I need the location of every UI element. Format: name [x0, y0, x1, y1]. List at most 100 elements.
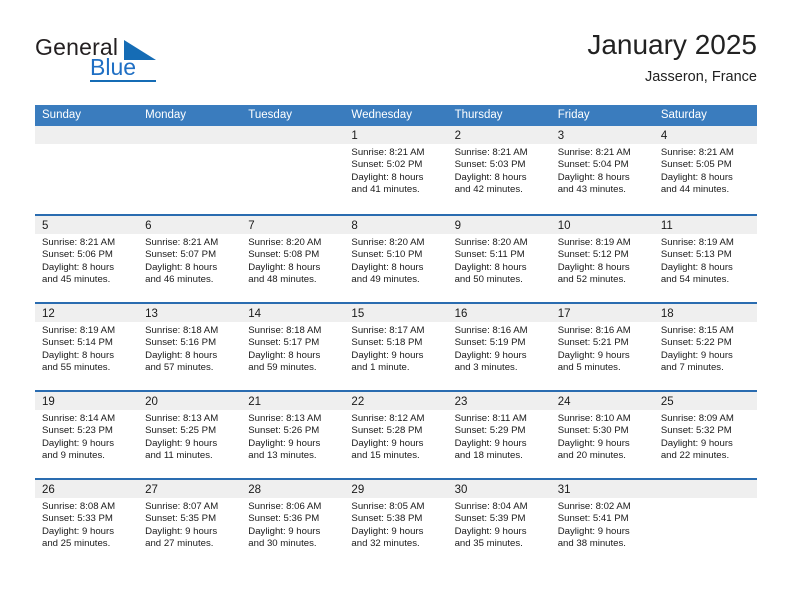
- day-info: Sunrise: 8:08 AM Sunset: 5:33 PM Daylight:…: [35, 498, 138, 550]
- day-number-band: 27: [138, 480, 242, 498]
- day-number-band: 24: [550, 392, 654, 410]
- day-number: 10: [557, 220, 571, 232]
- sunrise-text: Sunrise: 8:21 AM: [145, 237, 219, 248]
- calendar-day-cell[interactable]: 12 Sunrise: 8:19 AM Sunset: 5:14 PM Dayligh…: [35, 304, 139, 390]
- daylight-text-line2: and 57 minutes.: [145, 361, 214, 373]
- daylight-text-line1: Daylight: 8 hours: [145, 261, 218, 273]
- calendar-day-cell[interactable]: 16 Sunrise: 8:16 AM Sunset: 5:19 PM Dayligh…: [447, 304, 551, 390]
- sunset-text: Sunset: 5:21 PM: [557, 337, 629, 349]
- sunset-text: Sunset: 5:16 PM: [145, 337, 217, 349]
- sunrise-text: Sunrise: 8:13 AM: [248, 413, 322, 424]
- day-info: Sunrise: 8:21 AM Sunset: 5:03 PM Daylight:…: [448, 144, 551, 196]
- calendar-day-cell[interactable]: 9 Sunrise: 8:20 AM Sunset: 5:11 PM Daylight…: [447, 216, 551, 302]
- sunrise-text: Sunrise: 8:17 AM: [351, 325, 425, 336]
- calendar-day-cell-empty: [653, 480, 757, 566]
- daylight-text-line1: Daylight: 9 hours: [454, 349, 527, 361]
- calendar-week-row: 1 Sunrise: 8:21 AM Sunset: 5:02 PM Daylight…: [35, 126, 757, 214]
- calendar-day-cell[interactable]: 18 Sunrise: 8:15 AM Sunset: 5:22 PM Dayligh…: [653, 304, 757, 390]
- daylight-text-line1: Daylight: 9 hours: [454, 437, 527, 449]
- day-number-band: 21: [241, 392, 345, 410]
- calendar-day-cell[interactable]: 14 Sunrise: 8:18 AM Sunset: 5:17 PM Dayligh…: [241, 304, 345, 390]
- calendar-day-cell[interactable]: 15 Sunrise: 8:17 AM Sunset: 5:18 PM Dayligh…: [344, 304, 448, 390]
- calendar-day-cell[interactable]: 10 Sunrise: 8:19 AM Sunset: 5:12 PM Dayligh…: [550, 216, 654, 302]
- day-number-band: 1: [344, 126, 448, 144]
- day-info: Sunrise: 8:21 AM Sunset: 5:04 PM Daylight:…: [551, 144, 654, 196]
- calendar-week-row: 19 Sunrise: 8:14 AM Sunset: 5:23 PM Dayligh…: [35, 390, 757, 478]
- day-info: Sunrise: 8:12 AM Sunset: 5:28 PM Daylight:…: [344, 410, 447, 462]
- calendar-day-cell[interactable]: 1 Sunrise: 8:21 AM Sunset: 5:02 PM Daylight…: [344, 126, 448, 214]
- sunset-text: Sunset: 5:33 PM: [42, 513, 113, 525]
- calendar-day-cell[interactable]: 6 Sunrise: 8:21 AM Sunset: 5:07 PM Daylight…: [138, 216, 242, 302]
- sunset-text: Sunset: 5:08 PM: [248, 249, 320, 261]
- calendar-day-cell[interactable]: 21 Sunrise: 8:13 AM Sunset: 5:26 PM Dayligh…: [241, 392, 345, 478]
- calendar-day-cell[interactable]: 4 Sunrise: 8:21 AM Sunset: 5:05 PM Daylight…: [653, 126, 757, 214]
- calendar-week-row: 26 Sunrise: 8:08 AM Sunset: 5:33 PM Dayligh…: [35, 478, 757, 566]
- daylight-text-line2: and 38 minutes.: [557, 537, 626, 549]
- daylight-text-line2: and 54 minutes.: [660, 273, 730, 285]
- day-info: Sunrise: 8:13 AM Sunset: 5:26 PM Daylight:…: [241, 410, 344, 462]
- sunrise-text: Sunrise: 8:07 AM: [145, 501, 219, 512]
- daylight-text-line2: and 35 minutes.: [454, 537, 523, 549]
- day-number-band: [653, 480, 757, 498]
- day-number-band: 10: [550, 216, 654, 234]
- calendar-week-row: 5 Sunrise: 8:21 AM Sunset: 5:06 PM Daylight…: [35, 214, 757, 302]
- sunset-text: Sunset: 5:14 PM: [42, 337, 113, 349]
- calendar-day-cell[interactable]: 27 Sunrise: 8:07 AM Sunset: 5:35 PM Dayligh…: [138, 480, 242, 566]
- daylight-text-line1: Daylight: 8 hours: [557, 261, 630, 273]
- calendar-day-cell[interactable]: 23 Sunrise: 8:11 AM Sunset: 5:29 PM Dayligh…: [447, 392, 551, 478]
- sunset-text: Sunset: 5:07 PM: [145, 249, 217, 261]
- weekday-header-tuesday: Tuesday: [248, 109, 292, 121]
- sunset-text: Sunset: 5:39 PM: [454, 513, 526, 525]
- brand-logo[interactable]: General Blue: [35, 34, 265, 90]
- calendar-day-cell[interactable]: 28 Sunrise: 8:06 AM Sunset: 5:36 PM Dayligh…: [241, 480, 345, 566]
- calendar-weeks: 1 Sunrise: 8:21 AM Sunset: 5:02 PM Daylight…: [35, 126, 757, 566]
- calendar-day-cell[interactable]: 2 Sunrise: 8:21 AM Sunset: 5:03 PM Daylight…: [447, 126, 551, 214]
- day-number-band: 4: [653, 126, 757, 144]
- calendar-day-cell-empty: [138, 126, 242, 214]
- daylight-text-line1: Daylight: 9 hours: [557, 525, 630, 537]
- daylight-text-line1: Daylight: 8 hours: [660, 261, 733, 273]
- day-info: Sunrise: 8:16 AM Sunset: 5:21 PM Daylight:…: [551, 322, 654, 374]
- day-number: 30: [454, 484, 468, 496]
- calendar-day-cell[interactable]: 5 Sunrise: 8:21 AM Sunset: 5:06 PM Daylight…: [35, 216, 139, 302]
- day-number-band: 18: [653, 304, 757, 322]
- day-number-band: 14: [241, 304, 345, 322]
- daylight-text-line1: Daylight: 9 hours: [145, 525, 218, 537]
- calendar-day-cell[interactable]: 24 Sunrise: 8:10 AM Sunset: 5:30 PM Dayligh…: [550, 392, 654, 478]
- day-number-band: 31: [550, 480, 654, 498]
- calendar-day-cell[interactable]: 20 Sunrise: 8:13 AM Sunset: 5:25 PM Dayligh…: [138, 392, 242, 478]
- calendar-day-cell[interactable]: 30 Sunrise: 8:04 AM Sunset: 5:39 PM Dayligh…: [447, 480, 551, 566]
- calendar-day-cell[interactable]: 3 Sunrise: 8:21 AM Sunset: 5:04 PM Daylight…: [550, 126, 654, 214]
- day-info: Sunrise: 8:15 AM Sunset: 5:22 PM Daylight:…: [654, 322, 757, 374]
- calendar-day-cell[interactable]: 11 Sunrise: 8:19 AM Sunset: 5:13 PM Dayligh…: [653, 216, 757, 302]
- calendar-day-cell[interactable]: 26 Sunrise: 8:08 AM Sunset: 5:33 PM Dayligh…: [35, 480, 139, 566]
- calendar-day-cell[interactable]: 25 Sunrise: 8:09 AM Sunset: 5:32 PM Dayligh…: [653, 392, 757, 478]
- sunset-text: Sunset: 5:05 PM: [660, 159, 732, 171]
- day-number: 29: [351, 484, 365, 496]
- sunrise-text: Sunrise: 8:19 AM: [557, 237, 631, 248]
- day-number-band: 26: [35, 480, 139, 498]
- sunset-text: Sunset: 5:35 PM: [145, 513, 217, 525]
- calendar-day-cell[interactable]: 31 Sunrise: 8:02 AM Sunset: 5:41 PM Dayligh…: [550, 480, 654, 566]
- day-info: Sunrise: 8:19 AM Sunset: 5:14 PM Daylight:…: [35, 322, 138, 374]
- sunrise-text: Sunrise: 8:15 AM: [660, 325, 734, 336]
- calendar-day-cell[interactable]: 8 Sunrise: 8:20 AM Sunset: 5:10 PM Daylight…: [344, 216, 448, 302]
- sunset-text: Sunset: 5:17 PM: [248, 337, 320, 349]
- sunset-text: Sunset: 5:41 PM: [557, 513, 629, 525]
- calendar-day-cell[interactable]: 13 Sunrise: 8:18 AM Sunset: 5:16 PM Dayligh…: [138, 304, 242, 390]
- calendar-day-cell[interactable]: 22 Sunrise: 8:12 AM Sunset: 5:28 PM Dayligh…: [344, 392, 448, 478]
- sunrise-text: Sunrise: 8:19 AM: [660, 237, 734, 248]
- calendar-day-cell[interactable]: 19 Sunrise: 8:14 AM Sunset: 5:23 PM Dayligh…: [35, 392, 139, 478]
- daylight-text-line2: and 48 minutes.: [248, 273, 317, 285]
- daylight-text-line2: and 42 minutes.: [454, 183, 523, 195]
- brand-underline-divider: [90, 80, 156, 82]
- daylight-text-line1: Daylight: 9 hours: [145, 437, 218, 449]
- calendar-day-cell[interactable]: 17 Sunrise: 8:16 AM Sunset: 5:21 PM Dayligh…: [550, 304, 654, 390]
- daylight-text-line2: and 7 minutes.: [660, 361, 724, 373]
- day-number: 26: [42, 484, 55, 496]
- calendar-day-cell[interactable]: 29 Sunrise: 8:05 AM Sunset: 5:38 PM Dayligh…: [344, 480, 448, 566]
- day-number: 27: [145, 484, 158, 496]
- calendar-day-cell[interactable]: 7 Sunrise: 8:20 AM Sunset: 5:08 PM Daylight…: [241, 216, 345, 302]
- calendar-page: General Blue January 2025 Jasseron, Fran…: [0, 0, 792, 612]
- day-info: Sunrise: 8:19 AM Sunset: 5:13 PM Daylight:…: [654, 234, 757, 286]
